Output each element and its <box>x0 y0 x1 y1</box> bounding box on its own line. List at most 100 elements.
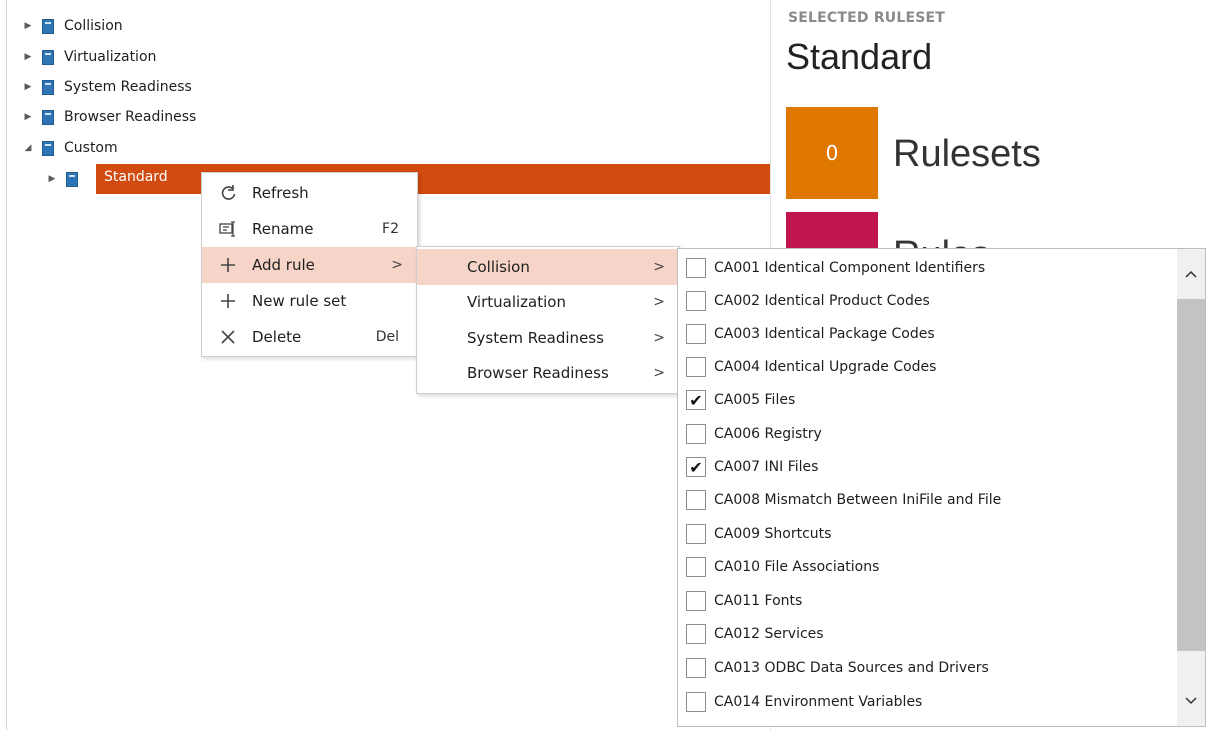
rule-label: CA009 Shortcuts <box>714 526 832 542</box>
tree-item-label: Custom <box>64 140 118 156</box>
tree-item-label: System Readiness <box>64 79 192 95</box>
submenu-item-label: Virtualization <box>467 293 566 311</box>
rule-item-ca011[interactable]: CA011 Fonts <box>678 584 1175 618</box>
menu-item-new-rule-set[interactable]: New rule set <box>202 283 417 319</box>
submenu-item-system-readiness[interactable]: System Readiness > <box>417 320 679 356</box>
rule-item-ca007[interactable]: ✔ CA007 INI Files <box>678 450 1175 484</box>
tree-item-standard[interactable]: ▶ <box>46 168 92 190</box>
menu-item-label: Refresh <box>252 184 309 202</box>
tree-selection-highlight[interactable] <box>96 164 770 194</box>
menu-item-delete[interactable]: Delete Del <box>202 319 417 355</box>
submenu-arrow-icon: > <box>653 365 665 381</box>
rule-label: CA013 ODBC Data Sources and Drivers <box>714 660 989 676</box>
close-icon <box>216 325 240 349</box>
rules-scrollbar[interactable] <box>1177 249 1205 726</box>
rule-checkbox[interactable] <box>686 658 706 678</box>
menu-item-shortcut: Del <box>375 329 399 345</box>
rule-checkbox[interactable] <box>686 324 706 344</box>
tree-item-collision[interactable]: ▶ Collision <box>22 15 123 37</box>
submenu-item-virtualization[interactable]: Virtualization > <box>417 284 679 320</box>
rule-checkbox[interactable] <box>686 291 706 311</box>
rule-checklist-menu: CA001 Identical Component Identifiers CA… <box>677 248 1206 727</box>
rename-icon <box>216 217 240 241</box>
rule-checkbox[interactable] <box>686 524 706 544</box>
rule-label: CA011 Fonts <box>714 593 803 609</box>
menu-item-shortcut: F2 <box>382 221 399 237</box>
rule-item-ca004[interactable]: CA004 Identical Upgrade Codes <box>678 350 1175 384</box>
rule-checkbox[interactable] <box>686 557 706 577</box>
rule-checkbox[interactable] <box>686 624 706 644</box>
rule-label: CA005 Files <box>714 392 796 408</box>
rule-item-ca001[interactable]: CA001 Identical Component Identifiers <box>678 251 1175 285</box>
menu-item-label: Add rule <box>252 256 315 274</box>
rule-label: CA003 Identical Package Codes <box>714 326 935 342</box>
tree-item-label: Collision <box>64 18 123 34</box>
plus-icon <box>216 289 240 313</box>
rule-checkbox[interactable] <box>686 424 706 444</box>
menu-item-refresh[interactable]: Refresh <box>202 175 417 211</box>
rule-label: CA006 Registry <box>714 426 822 442</box>
tree-item-virtualization[interactable]: ▶ Virtualization <box>22 46 157 68</box>
rule-label: CA012 Services <box>714 626 824 642</box>
rulesets-count: 0 <box>825 141 839 165</box>
tree-item-label: Virtualization <box>64 49 157 65</box>
rulesets-count-tile[interactable]: 0 <box>786 107 878 199</box>
context-menu: Refresh Rename F2 Add rule > New rule se… <box>201 172 418 357</box>
rule-item-ca010[interactable]: CA010 File Associations <box>678 550 1175 584</box>
submenu-arrow-icon: > <box>391 257 403 273</box>
collapse-arrow-icon[interactable]: ◢ <box>22 143 34 153</box>
rule-label: CA007 INI Files <box>714 459 819 475</box>
tree-item-system-readiness[interactable]: ▶ System Readiness <box>22 76 192 98</box>
scroll-down-arrow-icon[interactable] <box>1177 686 1205 716</box>
tree-item-label: Browser Readiness <box>64 109 197 125</box>
rule-item-ca003[interactable]: CA003 Identical Package Codes <box>678 317 1175 351</box>
rule-label: CA014 Environment Variables <box>714 694 923 710</box>
menu-item-label: Delete <box>252 328 302 346</box>
expand-arrow-icon[interactable]: ▶ <box>22 82 34 92</box>
rule-item-ca013[interactable]: CA013 ODBC Data Sources and Drivers <box>678 651 1175 685</box>
rule-item-ca012[interactable]: CA012 Services <box>678 617 1175 651</box>
menu-item-label: Rename <box>252 220 314 238</box>
submenu-item-collision[interactable]: Collision > <box>417 249 679 285</box>
tree-item-browser-readiness[interactable]: ▶ Browser Readiness <box>22 106 197 128</box>
rule-label: CA004 Identical Upgrade Codes <box>714 359 937 375</box>
menu-item-label: New rule set <box>252 292 347 310</box>
submenu-item-label: System Readiness <box>467 329 604 347</box>
expand-arrow-icon[interactable]: ▶ <box>22 112 34 122</box>
book-icon <box>42 109 54 125</box>
rule-checkbox[interactable] <box>686 591 706 611</box>
add-rule-submenu: Collision > Virtualization > System Read… <box>416 246 680 394</box>
expand-arrow-icon[interactable]: ▶ <box>22 21 34 31</box>
submenu-item-browser-readiness[interactable]: Browser Readiness > <box>417 355 679 391</box>
scroll-up-arrow-icon[interactable] <box>1177 259 1205 289</box>
rule-label: CA002 Identical Product Codes <box>714 293 930 309</box>
rule-label: CA001 Identical Component Identifiers <box>714 260 986 276</box>
rule-item-ca008[interactable]: CA008 Mismatch Between IniFile and File <box>678 483 1175 517</box>
rule-label: CA008 Mismatch Between IniFile and File <box>714 492 1002 508</box>
rule-item-ca002[interactable]: CA002 Identical Product Codes <box>678 284 1175 318</box>
submenu-arrow-icon: > <box>653 259 665 275</box>
rule-checkbox[interactable] <box>686 357 706 377</box>
rule-checkbox[interactable]: ✔ <box>686 390 706 410</box>
rule-item-ca014[interactable]: CA014 Environment Variables <box>678 685 1175 719</box>
book-icon <box>66 171 78 187</box>
menu-item-rename[interactable]: Rename F2 <box>202 211 417 247</box>
rule-item-ca006[interactable]: CA006 Registry <box>678 417 1175 451</box>
rule-item-ca005[interactable]: ✔ CA005 Files <box>678 383 1175 417</box>
rule-checkbox[interactable] <box>686 692 706 712</box>
expand-arrow-icon[interactable]: ▶ <box>22 52 34 62</box>
rule-checkbox[interactable]: ✔ <box>686 457 706 477</box>
submenu-arrow-icon: > <box>653 294 665 310</box>
menu-item-add-rule[interactable]: Add rule > <box>202 247 417 283</box>
left-border <box>6 0 7 730</box>
rule-checkbox[interactable] <box>686 258 706 278</box>
rule-label: CA010 File Associations <box>714 559 880 575</box>
plus-icon <box>216 253 240 277</box>
book-icon <box>42 49 54 65</box>
rule-checkbox[interactable] <box>686 490 706 510</box>
submenu-item-label: Collision <box>467 258 530 276</box>
rule-item-ca009[interactable]: CA009 Shortcuts <box>678 517 1175 551</box>
expand-arrow-icon[interactable]: ▶ <box>46 174 58 184</box>
tree-item-custom[interactable]: ◢ Custom <box>22 137 118 159</box>
scrollbar-thumb[interactable] <box>1177 299 1205 651</box>
